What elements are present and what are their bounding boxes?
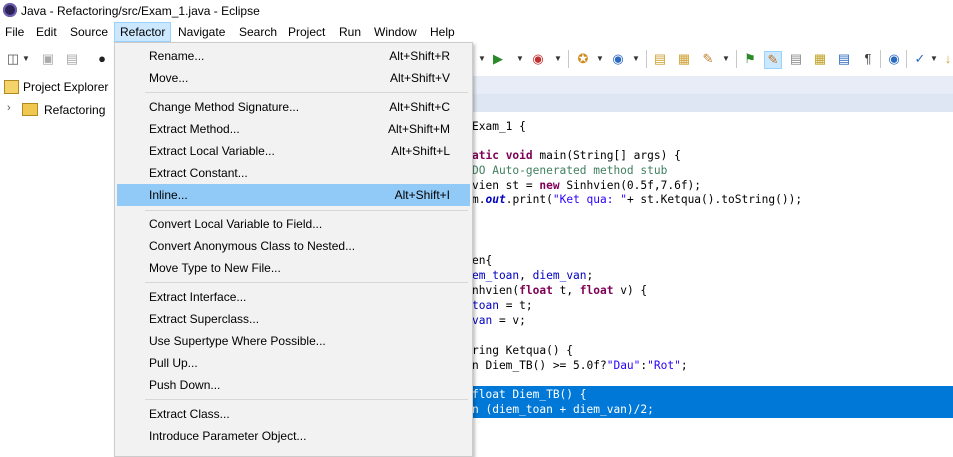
code-line: ring Ketqua() {	[472, 344, 574, 357]
toolbar-separator	[736, 50, 737, 68]
menu-item-extract-method[interactable]: Extract Method... Alt+Shift+M	[117, 118, 470, 140]
menu-item-pull-up[interactable]: Pull Up...	[117, 352, 470, 374]
menu-item-move-type-to-new-file[interactable]: Move Type to New File...	[117, 257, 470, 279]
highlight-icon[interactable]: ✎	[764, 51, 782, 69]
menu-item-convert-local-to-field[interactable]: Convert Local Variable to Field...	[117, 213, 470, 235]
menu-project[interactable]: Project	[283, 22, 330, 42]
code-line: toan = t;	[472, 299, 533, 312]
code-line: atic void main(String[] args) {	[472, 149, 681, 162]
back-icon[interactable]: ↓	[940, 51, 953, 67]
menu-item-use-supertype[interactable]: Use Supertype Where Possible...	[117, 330, 470, 352]
code-line: van = v;	[472, 314, 526, 327]
menu-help[interactable]: Help	[425, 22, 460, 42]
code-line: n Diem_TB() >= 5.0f?"Dau":"Rot";	[472, 359, 688, 372]
menu-refactor[interactable]: Refactor	[114, 22, 172, 42]
run-icon[interactable]: ▶	[490, 51, 506, 67]
menu-search[interactable]: Search	[234, 22, 282, 42]
editor-breadcrumb-bar	[472, 94, 953, 112]
external-tools-icon[interactable]: ◉	[530, 51, 546, 67]
menu-source[interactable]: Source	[65, 22, 113, 42]
menu-bar: File Edit Source Refactor Navigate Searc…	[0, 22, 953, 42]
chevron-right-icon[interactable]: ›	[7, 102, 11, 114]
run-dropdown-icon[interactable]: ▼	[516, 51, 524, 67]
menu-edit[interactable]: Edit	[31, 22, 62, 42]
title-bar: Java - Refactoring/src/Exam_1.java - Ecl…	[0, 0, 953, 22]
search-icon[interactable]: ✎	[700, 51, 716, 67]
code-line-selected: float Diem_TB() {	[472, 388, 587, 401]
next-annotation-dropdown-icon[interactable]: ▼	[930, 51, 938, 67]
paragraph-icon[interactable]: ¶	[860, 51, 876, 67]
project-explorer-header: Project Explorer	[0, 76, 115, 98]
globe-icon[interactable]: ◉	[886, 51, 902, 67]
menu-item-inline[interactable]: Inline... Alt+Shift+I	[117, 184, 470, 206]
menu-item-extract-class[interactable]: Extract Class...	[117, 403, 470, 425]
code-line: nhvien(float t, float v) {	[472, 284, 648, 297]
code-line: m.out.print("Ket qua: "+ st.Ketqua().toS…	[472, 193, 803, 206]
project-explorer-title[interactable]: Project Explorer	[23, 80, 108, 94]
menu-separator	[145, 399, 468, 400]
code-line: Exam_1 {	[472, 120, 526, 133]
menu-item-extract-local-variable[interactable]: Extract Local Variable... Alt+Shift+L	[117, 140, 470, 162]
menu-file[interactable]: File	[0, 22, 29, 42]
refactor-menu: Rename... Alt+Shift+R Move... Alt+Shift+…	[114, 42, 473, 457]
menu-item-convert-anonymous-class[interactable]: Convert Anonymous Class to Nested...	[117, 235, 470, 257]
code-line-selected: n (diem_toan + diem_van)/2;	[472, 403, 654, 416]
eclipse-icon	[3, 3, 17, 17]
new-class-icon[interactable]: ◉	[610, 51, 626, 67]
project-explorer-icon	[4, 80, 19, 94]
toggle-mark-icon[interactable]: ⚑	[742, 51, 758, 67]
open-task-icon[interactable]: ▦	[676, 51, 692, 67]
toolbar-separator	[646, 50, 647, 68]
block-select-icon[interactable]: ▤	[788, 51, 804, 67]
menu-item-change-method-signature[interactable]: Change Method Signature... Alt+Shift+C	[117, 96, 470, 118]
menu-item-introduce-parameter-object[interactable]: Introduce Parameter Object...	[117, 425, 470, 447]
menu-item-extract-constant[interactable]: Extract Constant...	[117, 162, 470, 184]
code-line: en{	[472, 254, 493, 267]
menu-window[interactable]: Window	[369, 22, 422, 42]
new-icon[interactable]: ◫	[5, 51, 21, 67]
toolbar-separator	[568, 50, 569, 68]
toolbar-separator	[906, 50, 907, 68]
menu-separator	[145, 210, 468, 211]
new-package-icon[interactable]: ✪	[575, 51, 591, 67]
project-label: Refactoring	[44, 103, 106, 117]
menu-item-extract-superclass[interactable]: Extract Superclass...	[117, 308, 470, 330]
code-line: DO Auto-generated method stub	[472, 164, 668, 177]
menu-separator	[145, 92, 468, 93]
save-icon[interactable]: ▣	[40, 51, 56, 67]
next-annotation-icon[interactable]: ✓	[912, 51, 928, 67]
menu-item-move[interactable]: Move... Alt+Shift+V	[117, 67, 470, 89]
word-wrap-icon[interactable]: ▤	[836, 51, 852, 67]
new-package-dropdown-icon[interactable]: ▼	[596, 51, 604, 67]
search-dropdown-icon[interactable]: ▼	[722, 51, 730, 67]
tree-item-project[interactable]: › Refactoring	[0, 100, 115, 120]
open-type-icon[interactable]: ▤	[652, 51, 668, 67]
menu-run[interactable]: Run	[334, 22, 366, 42]
project-folder-icon	[22, 103, 38, 116]
menu-item-push-down[interactable]: Push Down...	[117, 374, 470, 396]
menu-item-rename[interactable]: Rename... Alt+Shift+R	[117, 45, 470, 67]
menu-item-extract-interface[interactable]: Extract Interface...	[117, 286, 470, 308]
menu-navigate[interactable]: Navigate	[173, 22, 230, 42]
debug-dropdown-icon[interactable]: ▼	[478, 51, 486, 67]
save-all-icon[interactable]: ▤	[64, 51, 80, 67]
new-class-dropdown-icon[interactable]: ▼	[632, 51, 640, 67]
new-dropdown-icon[interactable]: ▼	[22, 51, 30, 67]
whitespace-icon[interactable]: ▦	[812, 51, 828, 67]
window-title: Java - Refactoring/src/Exam_1.java - Ecl…	[21, 4, 260, 18]
external-tools-dropdown-icon[interactable]: ▼	[554, 51, 562, 67]
menu-separator	[145, 282, 468, 283]
user-icon[interactable]: ●	[94, 51, 110, 67]
toolbar-separator	[880, 50, 881, 68]
code-line: em_toan, diem_van;	[472, 269, 594, 282]
